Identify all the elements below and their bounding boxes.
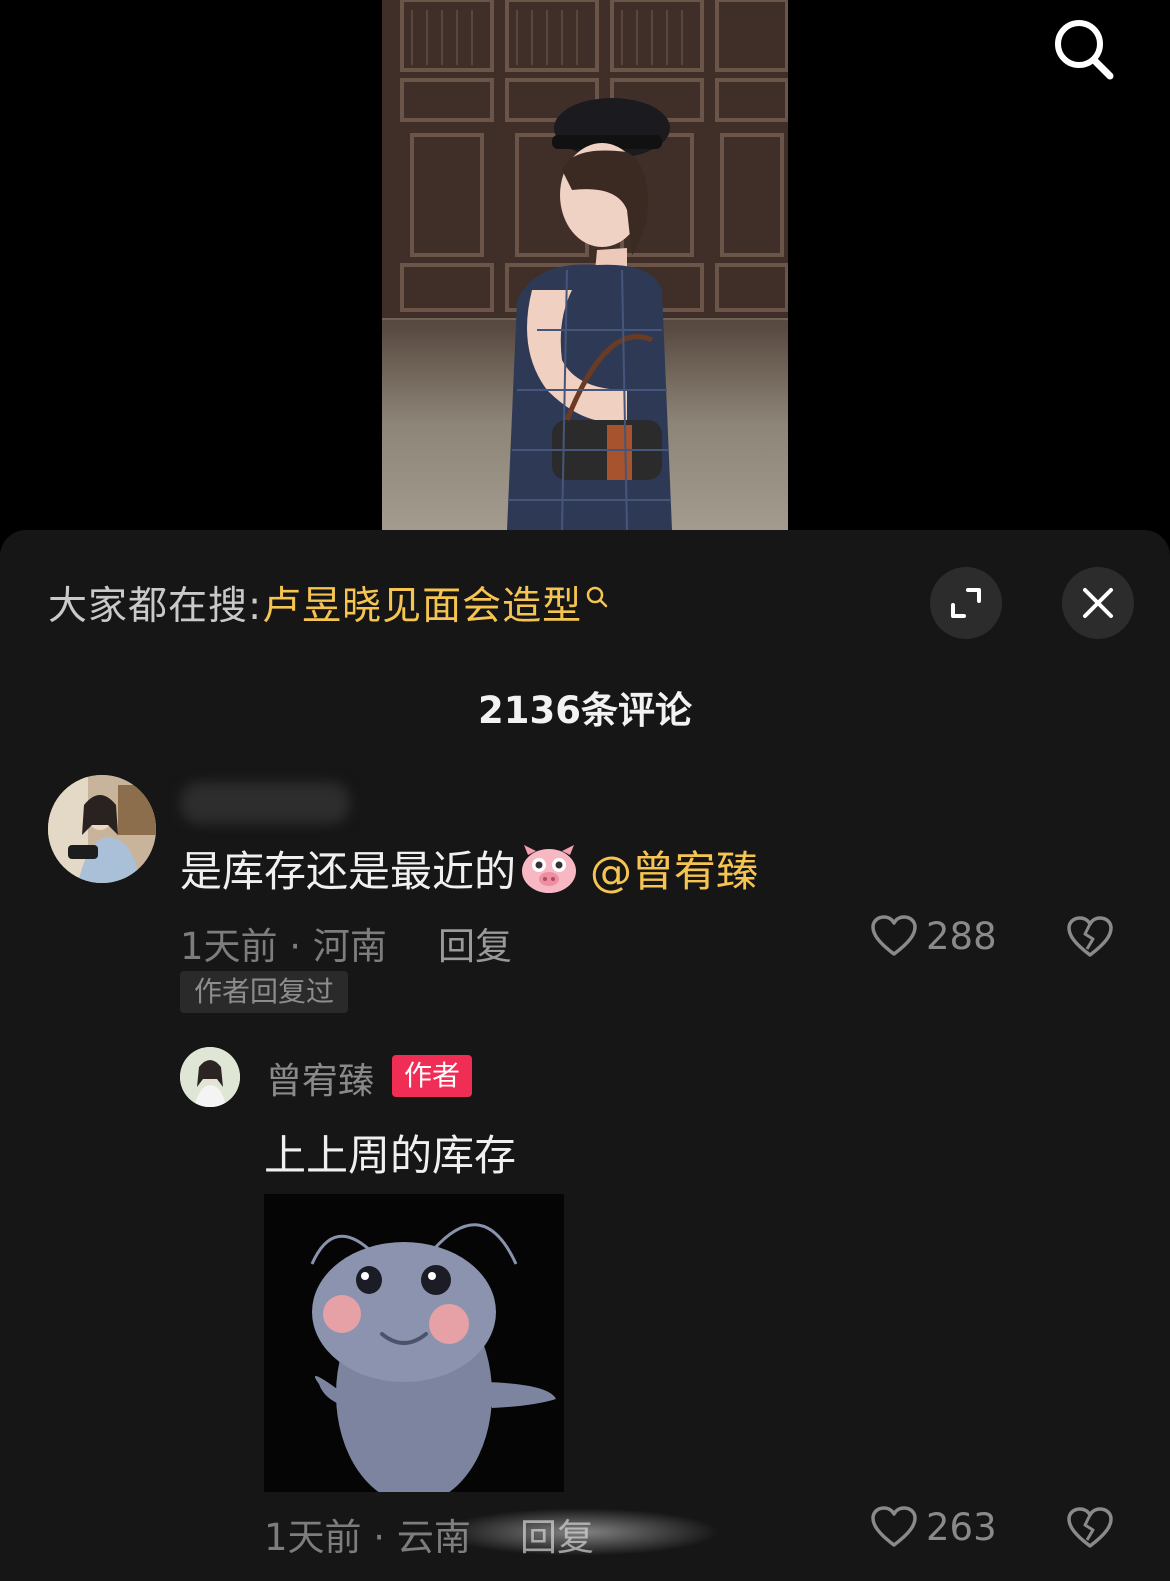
pig-face-icon (520, 843, 578, 895)
ant-sticker[interactable] (264, 1194, 564, 1492)
woman-figure (507, 98, 672, 530)
like-button[interactable]: 288 (870, 914, 997, 958)
author-avatar[interactable] (180, 1047, 240, 1107)
comment-text: 是库存还是最近的 @曾宥臻 (180, 838, 758, 899)
heart-icon (871, 915, 917, 956)
expand-icon (951, 588, 981, 618)
dislike-button[interactable] (1066, 1506, 1114, 1554)
trending-prefix: 大家都在搜: (48, 584, 263, 629)
author-replied-badge: 作者回复过 (180, 971, 349, 1013)
commenter-avatar[interactable] (48, 775, 156, 883)
mention-link[interactable]: @曾宥臻 (590, 838, 758, 899)
video-player[interactable] (0, 0, 1170, 530)
search-button[interactable] (1050, 14, 1120, 84)
expand-button[interactable] (930, 567, 1002, 639)
author-badge: 作者 (392, 1055, 473, 1097)
reply-author-name[interactable]: 曾宥臻 (266, 1052, 374, 1104)
search-icon (584, 575, 610, 620)
dislike-button[interactable] (1066, 915, 1114, 963)
comment-sheet: 大家都在搜:卢昱晓见面会造型 2136条评论 是库存还是最近的 @曾宥臻 1天前… (0, 530, 1170, 1581)
watermark-overlay (440, 1508, 720, 1556)
search-icon (1055, 20, 1114, 80)
like-count: 288 (926, 914, 997, 958)
video-frame[interactable] (382, 0, 788, 530)
comment-body: 是库存还是最近的 (180, 847, 517, 896)
comment-count: 2136条评论 (478, 689, 692, 732)
trending-search[interactable]: 大家都在搜:卢昱晓见面会造型 (48, 575, 610, 631)
reply-text: 上上周的库存 (264, 1131, 517, 1180)
like-button[interactable]: 263 (870, 1505, 997, 1549)
broken-heart-icon (1067, 916, 1113, 957)
close-icon (1083, 588, 1113, 618)
blurred-username (180, 782, 350, 824)
comment-meta: 1天前 · 河南 (180, 925, 387, 968)
like-count: 263 (926, 1505, 997, 1549)
reply-button[interactable]: 回复 (438, 916, 512, 970)
trending-term[interactable]: 卢昱晓见面会造型 (262, 584, 582, 629)
broken-heart-icon (1067, 1507, 1113, 1548)
close-button[interactable] (1062, 567, 1134, 639)
heart-icon (871, 1506, 917, 1547)
